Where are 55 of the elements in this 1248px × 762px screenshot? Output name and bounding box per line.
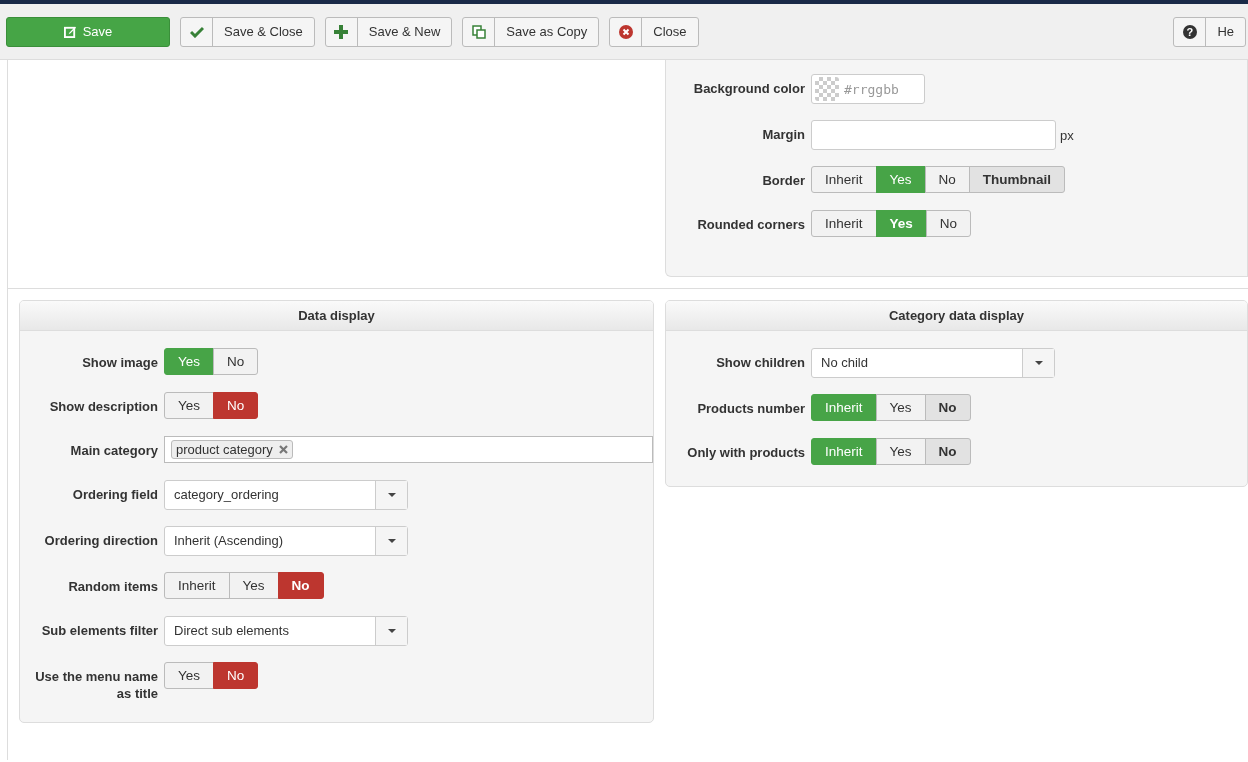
option-button[interactable]: Yes (164, 662, 215, 689)
field-label: Rounded corners (696, 216, 806, 233)
dropdown[interactable]: category_ordering (164, 480, 408, 510)
caret-icon (1034, 361, 1043, 365)
tag-label: product category (176, 442, 273, 457)
toolbar-button[interactable]: Save & Close (180, 16, 315, 47)
field-label: Ordering field (71, 486, 159, 503)
field-label: Sub elements filter (40, 622, 159, 639)
field-label: Show image (81, 354, 159, 371)
option-button[interactable]: Yes (875, 438, 926, 465)
dropdown[interactable]: Inherit (Ascending) (164, 526, 408, 556)
field-label: Margin (761, 126, 806, 143)
margin-field[interactable] (811, 120, 1056, 150)
caret-icon (387, 629, 396, 633)
field-label: Ordering direction (43, 532, 159, 549)
option-button[interactable]: No (213, 662, 259, 689)
field-label: Products number (696, 400, 806, 417)
option-button[interactable]: Thumbnail (968, 166, 1066, 193)
dropdown[interactable]: Direct sub elements (164, 616, 408, 646)
option-button[interactable]: No (925, 210, 972, 237)
field-label: Background color (692, 80, 806, 97)
caret-icon (387, 493, 396, 497)
option-button[interactable]: Yes (875, 394, 926, 421)
field-label: Main category (69, 442, 159, 459)
transparent-swatch-icon (815, 77, 839, 101)
field-label: Show children (715, 354, 806, 371)
toolbar-button[interactable]: Close (609, 16, 699, 47)
field-label: Random items (67, 578, 159, 595)
option-button[interactable]: Inherit (164, 572, 230, 599)
unit-label: px (1060, 127, 1074, 143)
option-button[interactable]: No (924, 166, 970, 193)
help-button[interactable]: ? He (1173, 16, 1246, 47)
help-icon: ? (1182, 24, 1197, 39)
option-button[interactable]: No (924, 438, 971, 465)
option-button[interactable]: No (924, 394, 971, 421)
field-label: Only with products (686, 444, 806, 461)
panel-title: Data display (20, 301, 653, 331)
option-button[interactable]: No (277, 572, 324, 599)
remove-icon[interactable] (278, 445, 288, 454)
option-button[interactable]: Inherit (811, 210, 877, 237)
field-label: Show description (48, 398, 159, 415)
toolbar-button[interactable]: Save as Copy (462, 16, 600, 47)
option-button[interactable]: No (213, 392, 259, 419)
toolbar-button[interactable]: Save & New (324, 16, 453, 47)
tag-field[interactable]: product category (164, 436, 653, 463)
option-button[interactable]: Inherit (811, 166, 877, 193)
option-button[interactable]: No (213, 348, 259, 375)
option-button[interactable]: Yes (164, 392, 215, 419)
caret-icon (387, 539, 396, 543)
option-button[interactable]: Yes (228, 572, 279, 599)
field-label: Border (761, 172, 806, 189)
dropdown[interactable]: No child (811, 348, 1055, 378)
panel-title: Category data display (666, 301, 1247, 331)
field-label: Use the menu name as title (34, 668, 159, 702)
edit-icon (63, 25, 77, 38)
